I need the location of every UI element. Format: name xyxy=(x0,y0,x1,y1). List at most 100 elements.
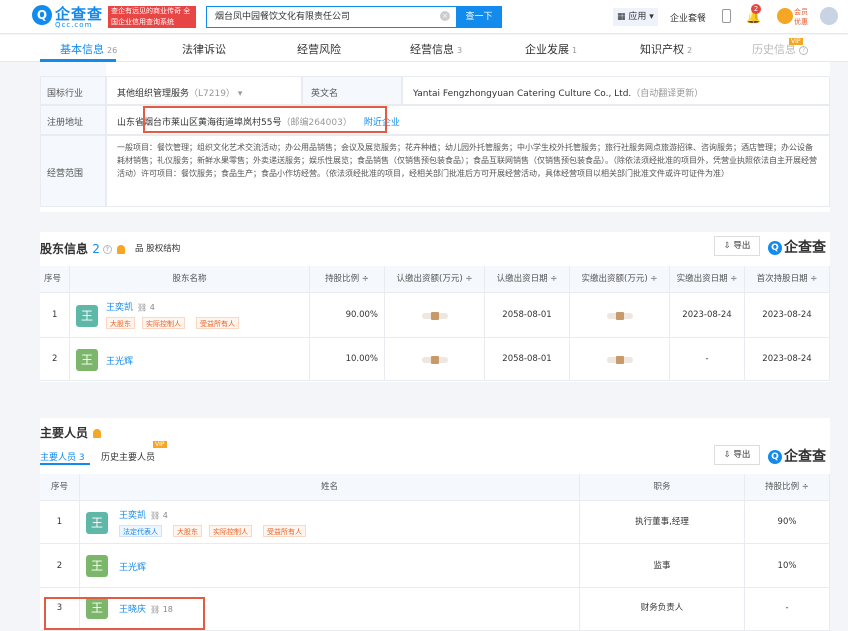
address-highlight-box xyxy=(143,106,387,133)
tab-development[interactable]: 企业发展 1 xyxy=(525,41,577,57)
col-name: 姓名 xyxy=(80,474,580,501)
user-avatar[interactable] xyxy=(820,7,838,25)
vip-tag: VIP xyxy=(789,38,803,45)
structure-icon: 品 xyxy=(135,244,147,254)
personnel-title: 主要人员 xyxy=(40,424,102,441)
top-bar: Q 企查查 Qcc.com 查企有远见的商业传奇 全国企业信用查询系统 烟台凤中… xyxy=(0,0,848,34)
app-menu-button[interactable]: ▦ 应用 ▾ xyxy=(613,8,658,26)
export-button[interactable]: ⇩ 导出 xyxy=(714,236,760,256)
first-date-cell: 2023-08-24 xyxy=(745,293,830,338)
row-index: 2 xyxy=(40,544,80,588)
vip-icon xyxy=(777,8,793,24)
tab-operation[interactable]: 经营信息 3 xyxy=(410,41,462,57)
tab-current-personnel[interactable]: 主要人员 3 xyxy=(40,450,85,463)
address-label: 注册地址 xyxy=(40,105,106,135)
subscribed-amount-cell[interactable] xyxy=(385,293,485,338)
avatar: 王 xyxy=(86,512,108,534)
monitor-bell-icon[interactable] xyxy=(116,245,125,254)
slogan-banner: 查企有远见的商业传奇 全国企业信用查询系统 xyxy=(108,6,196,28)
tag-major-shareholder: 大股东 xyxy=(173,525,202,537)
subscribed-date-cell: 2058-08-01 xyxy=(485,293,570,338)
tag-beneficiary: 受益所有人 xyxy=(196,317,239,329)
help-icon[interactable]: ? xyxy=(102,245,112,254)
export-button[interactable]: ⇩ 导出 xyxy=(714,445,760,465)
industry-value: 其他组织管理服务（L7219） ▾ xyxy=(106,76,302,105)
lock-icon xyxy=(431,312,439,320)
col-name: 股东名称 xyxy=(70,266,310,293)
logo-subtext: Qcc.com xyxy=(55,21,93,29)
row-index: 2 xyxy=(40,338,70,381)
paid-date-cell: 2023-08-24 xyxy=(670,293,745,338)
notification-badge: 2 xyxy=(751,4,761,14)
grid-icon: ▦ xyxy=(617,12,629,22)
tab-legal[interactable]: 法律诉讼 xyxy=(182,41,229,57)
ratio-cell: 10.00% xyxy=(310,338,385,381)
row-index: 1 xyxy=(40,501,80,544)
avatar: 王 xyxy=(86,555,108,577)
phone-icon[interactable] xyxy=(722,9,731,23)
lock-icon xyxy=(616,312,624,320)
avatar: 王 xyxy=(76,305,98,327)
shareholders-title: 股东信息 2? xyxy=(40,240,125,257)
search-button[interactable]: 查一下 xyxy=(456,6,502,28)
ratio-cell: 90% xyxy=(745,501,830,544)
tab-ip[interactable]: 知识产权 2 xyxy=(640,41,692,57)
position-cell: 执行董事,经理 xyxy=(580,501,745,544)
ratio-cell: 90.00% xyxy=(310,293,385,338)
lock-icon xyxy=(616,356,624,364)
tab-history-personnel[interactable]: 历史主要人员 xyxy=(101,450,155,463)
subscribed-amount-cell[interactable] xyxy=(385,338,485,381)
english-name-value: Yantai Fengzhongyuan Catering Culture Co… xyxy=(402,76,830,105)
related-count: ⛓ 4 xyxy=(137,303,155,312)
tab-basic-info[interactable]: 基本信息 26 xyxy=(60,41,117,57)
col-subscribed-amount[interactable]: 认缴出资额(万元) ÷ xyxy=(385,266,485,293)
subscribed-date-cell: 2058-08-01 xyxy=(485,338,570,381)
scope-label: 经营范围 xyxy=(40,135,106,207)
qcc-brand-logo: Q 企查查 xyxy=(768,446,826,466)
col-paid-date[interactable]: 实缴出资日期 ÷ xyxy=(670,266,745,293)
paid-date-cell: - xyxy=(670,338,745,381)
col-ratio[interactable]: 持股比例 ÷ xyxy=(745,474,830,501)
position-cell: 监事 xyxy=(580,544,745,588)
paid-amount-cell[interactable] xyxy=(570,338,670,381)
shareholder-name-link[interactable]: 王光辉 xyxy=(106,354,133,367)
active-subtab-indicator xyxy=(40,463,90,465)
ratio-cell: - xyxy=(745,588,830,631)
person-cell: 王 王奕凯 ⛓ 4 法定代表人 大股东 实际控制人 受益所有人 xyxy=(80,501,580,544)
monitor-bell-icon[interactable] xyxy=(93,429,102,438)
tag-legal-rep: 法定代表人 xyxy=(119,525,162,537)
col-index: 序号 xyxy=(40,474,80,501)
col-subscribed-date[interactable]: 认缴出资日期 ÷ xyxy=(485,266,570,293)
shareholder-name-link[interactable]: 王奕凯 ⛓ 4 xyxy=(106,300,155,313)
col-position: 职务 xyxy=(580,474,745,501)
col-first-date[interactable]: 首次持股日期 ÷ xyxy=(745,266,830,293)
app-label: 应用 xyxy=(628,12,647,22)
vip-offer-button[interactable]: 会员优惠 xyxy=(777,6,811,28)
tag-controller: 实际控制人 xyxy=(142,317,185,329)
cropped-label xyxy=(40,62,106,76)
person-name-link[interactable]: 王奕凯 ⛓ 4 xyxy=(119,508,168,521)
package-link[interactable]: 企业套餐 xyxy=(670,11,706,24)
tab-risk[interactable]: 经营风险 xyxy=(297,41,344,57)
equity-structure-link[interactable]: 品 股权结构 xyxy=(135,242,180,254)
paid-amount-cell[interactable] xyxy=(570,293,670,338)
shareholder-cell: 王 王奕凯 ⛓ 4 大股东 实际控制人 受益所有人 xyxy=(70,293,310,338)
search-input[interactable]: 烟台凤中园餐饮文化有限责任公司 xyxy=(206,6,456,28)
col-paid-amount[interactable]: 实缴出资额(万元) ÷ xyxy=(570,266,670,293)
avatar: 王 xyxy=(76,349,98,371)
person-cell: 王 王光辉 xyxy=(80,544,580,588)
col-index: 序号 xyxy=(40,266,70,293)
scope-value: 一般项目：餐饮管理；组织文化艺术交流活动；办公用品销售；会议及展览服务；花卉种植… xyxy=(106,135,830,207)
person-highlight-box xyxy=(44,597,205,630)
qcc-logo-icon: Q xyxy=(768,450,782,464)
shareholders-card: 股东信息 2? 品 股权结构 ⇩ 导出 Q 企查查 序号 股东名称 持股比例 ÷ … xyxy=(40,232,830,382)
clear-search-icon[interactable]: × xyxy=(440,11,450,21)
position-cell: 财务负责人 xyxy=(580,588,745,631)
tag-major-shareholder: 大股东 xyxy=(106,317,135,329)
section-tabs: 基本信息 26 法律诉讼 经营风险 经营信息 3 企业发展 1 知识产权 2 历史信息? xyxy=(0,35,848,62)
person-name-link[interactable]: 王光辉 xyxy=(119,560,146,573)
col-ratio[interactable]: 持股比例 ÷ xyxy=(310,266,385,293)
qcc-logo-icon[interactable]: Q xyxy=(32,5,52,25)
vip-offer-label: 会员优惠 xyxy=(794,8,808,26)
qcc-logo-icon: Q xyxy=(768,241,782,255)
